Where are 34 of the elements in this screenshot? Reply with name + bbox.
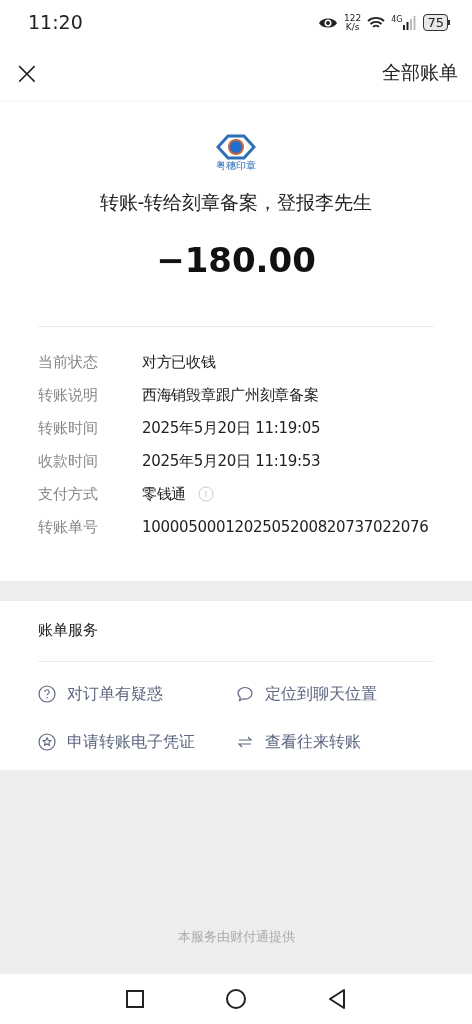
square-nav-icon[interactable] <box>126 990 144 1008</box>
section-title: 账单服务 <box>38 619 99 641</box>
detail-label: 转账时间 <box>38 417 99 439</box>
service-link[interactable]: 查看往来转账 <box>236 728 434 756</box>
detail-label: 转账说明 <box>38 384 99 406</box>
circle-nav-icon[interactable] <box>226 989 246 1009</box>
battery-level: 75 <box>423 14 448 31</box>
detail-label: 支付方式 <box>38 483 99 505</box>
clock-time: 11:20 <box>28 10 83 36</box>
amount: −180.00 <box>156 238 316 282</box>
all-bills-link[interactable]: 全部账单 <box>382 58 458 87</box>
network-type: 4G <box>391 15 403 24</box>
service-link[interactable]: 申请转账电子凭证 <box>38 728 236 756</box>
detail-value: 西海销毁章跟广州刻章备案 <box>142 384 319 406</box>
detail-value: 2025年5月20日 11:19:53 <box>142 450 321 472</box>
detail-label: 收款时间 <box>38 450 99 472</box>
detail-value: 零钱通 <box>142 483 187 505</box>
detail-value: 1000050001202505200820737022076 <box>142 516 429 538</box>
detail-label: 转账单号 <box>38 516 99 538</box>
close-button[interactable]: × <box>14 56 40 89</box>
chat-bubble-icon <box>236 685 254 703</box>
wifi-icon <box>367 15 386 30</box>
signal-icon <box>403 15 418 30</box>
detail-label: 当前状态 <box>38 351 99 373</box>
service-link[interactable]: 对订单有疑惑 <box>38 680 236 708</box>
service-link[interactable]: 定位到聊天位置 <box>236 680 434 708</box>
transfer-title: 转账-转给刻章备案，登报李先生 <box>99 190 373 215</box>
payee-logo: 粤穗印章 <box>206 134 266 172</box>
detail-value: 2025年5月20日 11:19:05 <box>142 417 321 439</box>
back-triangle-icon[interactable] <box>328 989 346 1009</box>
detail-value: 对方已收钱 <box>142 351 216 373</box>
network-speed: 122 K/s <box>343 13 362 32</box>
question-icon <box>38 685 56 703</box>
footer-note: 本服务由财付通提供 <box>177 927 295 946</box>
